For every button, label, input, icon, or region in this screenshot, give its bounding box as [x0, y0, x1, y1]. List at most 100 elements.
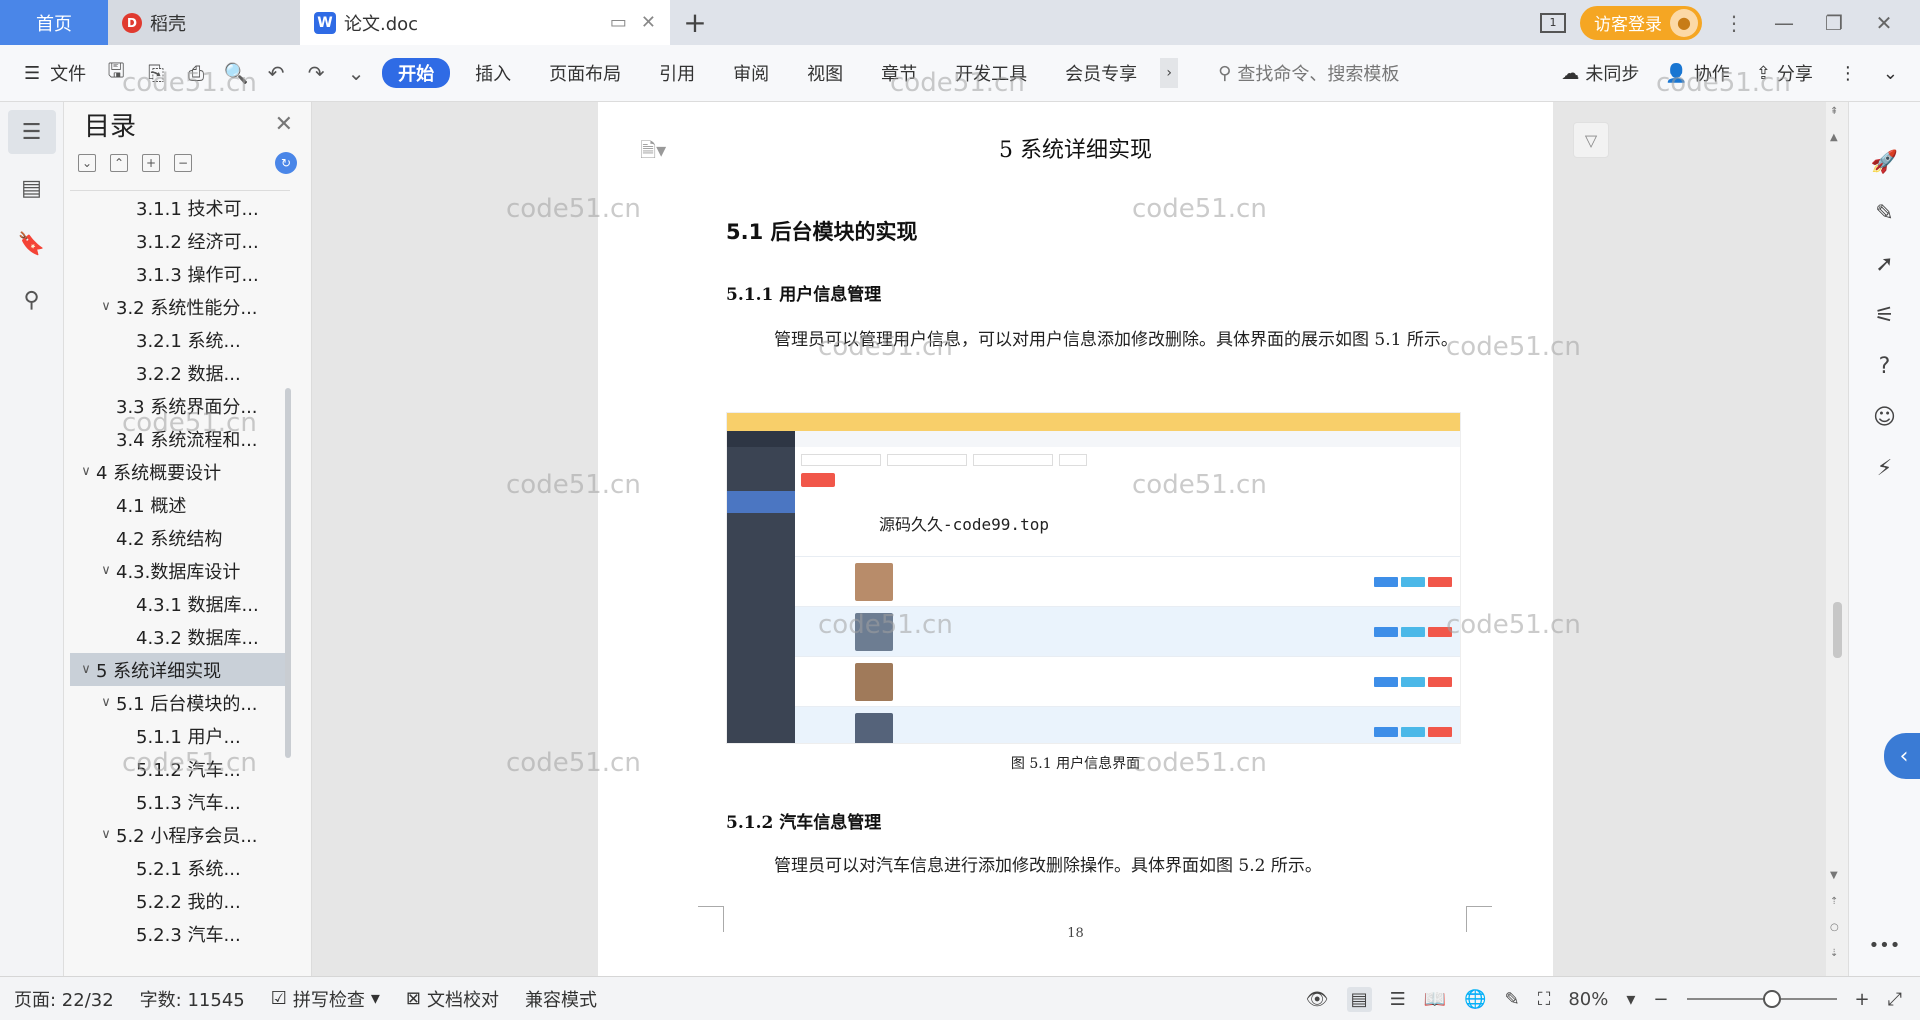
outline-item[interactable]: 4.3.1 数据库...: [70, 587, 290, 620]
outline-item[interactable]: 5.1.3 汽车...: [70, 785, 290, 818]
outline-item[interactable]: 4.3.2 数据库...: [70, 620, 290, 653]
select-browse-icon[interactable]: ○: [1830, 922, 1839, 933]
print-icon[interactable]: ⎙: [184, 61, 208, 85]
ribbon-tab-insert[interactable]: 插入: [456, 60, 530, 86]
ribbon-tab-review[interactable]: 审阅: [714, 60, 788, 86]
outline-item[interactable]: 3.2.2 数据...: [70, 356, 290, 389]
page-indicator[interactable]: 页面: 22/32: [14, 986, 114, 1012]
fullscreen-icon[interactable]: ⤢: [1888, 989, 1902, 1010]
outline-item[interactable]: 3.3 系统界面分...: [70, 389, 290, 422]
chevron-down-icon[interactable]: ∨: [96, 827, 116, 842]
save-icon[interactable]: 🖫: [104, 58, 128, 85]
close-tab-icon[interactable]: ✕: [641, 12, 656, 33]
outline-view-icon[interactable]: ☰: [1390, 989, 1406, 1010]
more-options-icon[interactable]: ⋮: [1839, 63, 1857, 84]
tab-home[interactable]: 首页: [0, 0, 108, 45]
outline-item[interactable]: ∨ 4 系统概要设计: [70, 455, 290, 488]
sync-outline-icon[interactable]: ↻: [275, 152, 297, 174]
zoom-in-icon[interactable]: +: [1855, 989, 1870, 1010]
spellcheck-button[interactable]: ☑ 拼写检查 ▾: [271, 986, 380, 1012]
tab-daoke[interactable]: D 稻壳: [108, 0, 300, 45]
zoom-level[interactable]: 80%: [1568, 989, 1608, 1010]
outline-item[interactable]: 3.4 系统流程和...: [70, 422, 290, 455]
cursor-icon[interactable]: ➚: [1875, 252, 1893, 277]
print-preview-icon[interactable]: 🔍: [224, 61, 249, 85]
next-page-icon[interactable]: ⇣: [1830, 948, 1838, 959]
new-tab-button[interactable]: +: [670, 0, 720, 45]
restore-icon[interactable]: ❐: [1816, 11, 1852, 35]
fit-page-icon[interactable]: ⛶: [1538, 989, 1551, 1010]
chevron-down-icon[interactable]: ▾: [1626, 989, 1635, 1010]
ribbon-tab-chapter[interactable]: 章节: [862, 60, 936, 86]
outline-item[interactable]: 5.2.1 系统...: [70, 851, 290, 884]
outline-item[interactable]: 5.1.1 用户...: [70, 719, 290, 752]
outline-item[interactable]: 3.2.1 系统...: [70, 323, 290, 356]
chevron-down-icon[interactable]: ∨: [76, 662, 96, 677]
guest-login-button[interactable]: 访客登录 ●: [1580, 5, 1702, 40]
bookmark-icon[interactable]: 🔖: [8, 222, 56, 266]
pen-icon[interactable]: ✎: [1875, 201, 1893, 226]
ai-assistant-icon[interactable]: ☺: [1873, 405, 1896, 430]
outline-item[interactable]: 5.2.3 汽车...: [70, 917, 290, 950]
chevron-down-icon[interactable]: ∨: [76, 464, 96, 479]
vertical-scrollbar[interactable]: ⇞ ▲ ▼ ⇡ ○ ⇣: [1826, 102, 1848, 976]
remove-heading-icon[interactable]: −: [174, 154, 192, 172]
find-icon[interactable]: ⚲: [8, 278, 56, 322]
undo-icon[interactable]: ↶: [264, 61, 288, 85]
chevron-right-icon[interactable]: ›: [1160, 58, 1179, 88]
outline-item[interactable]: 3.1.3 操作可...: [70, 257, 290, 290]
scroll-top-icon[interactable]: ⇞: [1830, 106, 1838, 117]
collapse-all-icon[interactable]: ⌃: [110, 154, 128, 172]
outline-item[interactable]: 3.1.2 经济可...: [70, 224, 290, 257]
more-tools-icon[interactable]: •••: [1869, 935, 1901, 956]
chevron-down-icon[interactable]: ∨: [96, 695, 116, 710]
ribbon-tab-references[interactable]: 引用: [640, 60, 714, 86]
ribbon-tab-home[interactable]: 开始: [382, 58, 451, 88]
ribbon-tab-developer[interactable]: 开发工具: [936, 60, 1046, 86]
customize-toolbar-icon[interactable]: ⌄: [344, 61, 368, 85]
collapse-ribbon-icon[interactable]: ⌄: [1883, 63, 1898, 84]
chevron-down-icon[interactable]: ∨: [96, 299, 116, 314]
outline-item[interactable]: ∨ 3.2 系统性能分...: [70, 290, 290, 323]
chapter-nav-icon[interactable]: ▤: [8, 166, 56, 210]
ribbon-tab-layout[interactable]: 页面布局: [530, 60, 640, 86]
monitor-icon[interactable]: ▭: [610, 12, 627, 33]
sliders-icon[interactable]: ⚟: [1875, 303, 1895, 328]
outline-panel-icon[interactable]: ☰: [7, 110, 56, 154]
read-view-icon[interactable]: 📖: [1424, 989, 1446, 1010]
redo-icon[interactable]: ↷: [304, 61, 328, 85]
eye-protect-icon[interactable]: 👁: [1306, 989, 1329, 1010]
scroll-up-icon[interactable]: ▲: [1830, 132, 1838, 143]
scroll-down-icon[interactable]: ▼: [1830, 870, 1838, 881]
help-icon[interactable]: ?: [1879, 354, 1891, 379]
command-search[interactable]: ⚲ 查找命令、搜索模板: [1218, 60, 1399, 86]
outline-scrollbar[interactable]: [285, 388, 291, 758]
close-icon[interactable]: ✕: [275, 112, 293, 137]
outline-item[interactable]: ∨ 5.2 小程序会员...: [70, 818, 290, 851]
proofread-button[interactable]: ⊠ 文档校对: [406, 986, 499, 1012]
word-count[interactable]: 字数: 11545: [140, 986, 245, 1012]
minimize-icon[interactable]: —: [1766, 11, 1802, 35]
outline-item[interactable]: 4.1 概述: [70, 488, 290, 521]
file-menu-button[interactable]: ☰ 文件: [0, 60, 104, 86]
sync-button[interactable]: ☁ 未同步: [1561, 60, 1639, 86]
web-view-icon[interactable]: 🌐: [1464, 989, 1486, 1010]
share-button[interactable]: ⇪ 分享: [1756, 60, 1813, 86]
options-icon[interactable]: ⋮: [1716, 11, 1752, 35]
outline-item[interactable]: 4.2 系统结构: [70, 521, 290, 554]
collapse-panel-icon[interactable]: ‹: [1884, 733, 1920, 779]
outline-item[interactable]: 5.1.2 汽车...: [70, 752, 290, 785]
filter-icon[interactable]: ▽: [1573, 122, 1609, 158]
outline-item[interactable]: ∨ 4.3.数据库设计: [70, 554, 290, 587]
scroll-thumb[interactable]: [1833, 602, 1842, 658]
expand-all-icon[interactable]: ⌄: [78, 154, 96, 172]
ribbon-tab-member[interactable]: 会员专享: [1046, 60, 1156, 86]
lightning-icon[interactable]: ⚡: [1877, 456, 1892, 481]
prev-page-icon[interactable]: ⇡: [1830, 896, 1838, 907]
zoom-slider[interactable]: [1686, 990, 1837, 1008]
zoom-out-icon[interactable]: −: [1653, 989, 1668, 1010]
window-count-icon[interactable]: 1: [1540, 12, 1566, 33]
draw-icon[interactable]: ✎: [1505, 989, 1520, 1010]
rocket-icon[interactable]: 🚀: [1871, 150, 1898, 175]
tab-document[interactable]: W 论文.doc ▭ ✕: [300, 0, 670, 45]
